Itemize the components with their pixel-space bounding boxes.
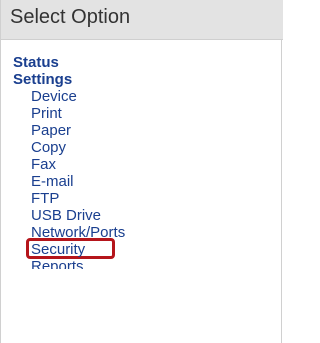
menu-item-fax[interactable]: Fax: [31, 156, 283, 173]
panel-header: Select Option: [1, 0, 283, 40]
menu-item-usb-drive[interactable]: USB Drive: [31, 207, 283, 224]
select-option-panel: Select Option Status Settings Device Pri…: [0, 0, 283, 343]
menu-item-print[interactable]: Print: [31, 105, 283, 122]
menu-item-copy[interactable]: Copy: [31, 139, 283, 156]
menu-item-security-wrapper: Security: [1, 238, 283, 259]
panel-title: Select Option: [10, 6, 131, 28]
menu-item-reports[interactable]: Reports: [31, 258, 283, 269]
menu-item-paper[interactable]: Paper: [31, 122, 283, 139]
menu-item-status[interactable]: Status: [13, 54, 283, 71]
menu-item-security[interactable]: Security: [31, 241, 85, 258]
menu-cutoff: Reports: [1, 258, 283, 269]
menu-item-ftp[interactable]: FTP: [31, 190, 283, 207]
options-menu: Status Settings Device Print Paper Copy …: [1, 54, 283, 269]
menu-item-settings[interactable]: Settings: [13, 71, 283, 88]
menu-item-network-ports[interactable]: Network/Ports: [31, 224, 283, 241]
menu-item-email[interactable]: E-mail: [31, 173, 283, 190]
menu-item-device[interactable]: Device: [31, 88, 283, 105]
